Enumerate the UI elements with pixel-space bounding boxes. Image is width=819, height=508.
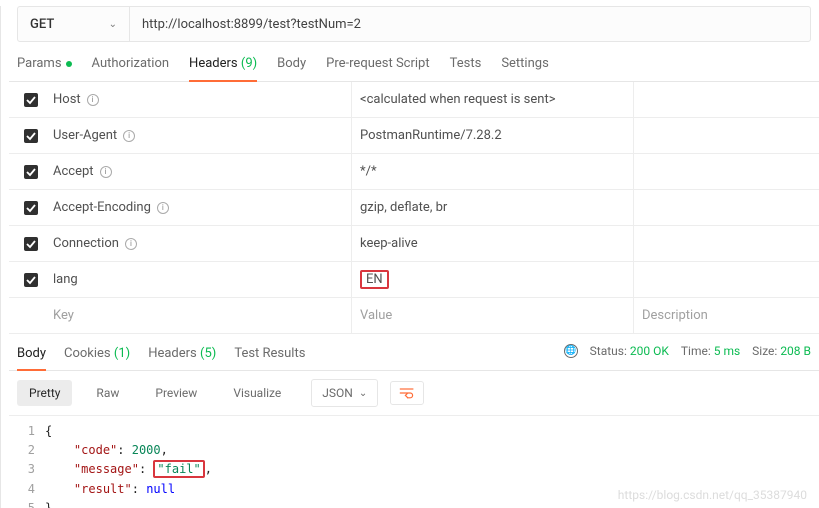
response-body-code[interactable]: 1{ 2 "code": 2000, 3 "message": "fail", …	[9, 416, 819, 508]
chevron-down-icon: ⌄	[109, 19, 117, 30]
gutter: 1	[9, 422, 45, 441]
header-value-cell[interactable]: EN	[351, 262, 633, 297]
header-value-cell[interactable]: <calculated when request is sent>	[351, 82, 633, 117]
params-indicator-dot	[66, 61, 72, 67]
header-key-cell[interactable]: User-Agent i	[53, 128, 351, 143]
tab-body[interactable]: Body	[277, 56, 306, 81]
resp-tab-headers[interactable]: Headers (5)	[148, 346, 216, 370]
http-method-label: GET	[30, 17, 54, 32]
size-label: Size: 208 B	[752, 344, 811, 358]
url-input[interactable]: http://localhost:8899/test?testNum=2	[130, 17, 810, 32]
view-preview[interactable]: Preview	[143, 380, 209, 406]
checkbox[interactable]	[24, 129, 38, 143]
status-label: Status: 200 OK	[590, 344, 669, 358]
header-value-cell[interactable]: keep-alive	[351, 226, 633, 261]
header-value-cell[interactable]: */*	[351, 154, 633, 189]
header-key-input[interactable]: Key	[53, 308, 351, 323]
gutter: 3	[9, 460, 45, 479]
view-visualize[interactable]: Visualize	[221, 380, 293, 406]
info-icon[interactable]: i	[125, 238, 137, 250]
header-desc-cell[interactable]	[633, 154, 819, 189]
header-row: Accept-Encoding i gzip, deflate, br	[9, 190, 819, 226]
info-icon[interactable]: i	[123, 130, 135, 142]
header-key-cell[interactable]: Host i	[53, 92, 351, 107]
header-row: Accept i */*	[9, 154, 819, 190]
highlighted-value: EN	[360, 270, 389, 290]
gutter: 4	[9, 480, 45, 499]
wrap-icon	[399, 387, 415, 399]
resp-tab-body[interactable]: Body	[17, 346, 46, 370]
tab-headers[interactable]: Headers (9)	[189, 56, 257, 81]
header-value-input[interactable]: Value	[351, 298, 633, 333]
info-icon[interactable]: i	[87, 94, 99, 106]
resp-tab-testresults[interactable]: Test Results	[234, 346, 305, 370]
chevron-down-icon: ⌄	[359, 388, 367, 399]
header-row: Host i <calculated when request is sent>	[9, 82, 819, 118]
checkbox[interactable]	[24, 165, 38, 179]
info-icon[interactable]: i	[157, 202, 169, 214]
checkbox[interactable]	[24, 237, 38, 251]
headers-table: Host i <calculated when request is sent>…	[9, 82, 819, 334]
header-desc-cell[interactable]	[633, 118, 819, 153]
tab-prerequest[interactable]: Pre-request Script	[326, 56, 429, 81]
header-row: Connection i keep-alive	[9, 226, 819, 262]
checkbox[interactable]	[24, 201, 38, 215]
checkbox[interactable]	[24, 93, 38, 107]
header-desc-cell[interactable]	[633, 190, 819, 225]
checkbox[interactable]	[24, 273, 38, 287]
header-row: lang EN	[9, 262, 819, 298]
gutter: 2	[9, 441, 45, 460]
header-key-cell[interactable]: lang	[53, 272, 351, 287]
header-key-cell[interactable]: Accept-Encoding i	[53, 200, 351, 215]
header-desc-cell[interactable]	[633, 226, 819, 261]
header-key-cell[interactable]: Connection i	[53, 236, 351, 251]
format-select[interactable]: JSON ⌄	[311, 379, 378, 407]
info-icon[interactable]: i	[100, 166, 112, 178]
gutter: 5	[9, 499, 45, 508]
time-label: Time: 5 ms	[681, 344, 740, 358]
tab-params[interactable]: Params	[17, 56, 72, 81]
highlighted-message: "fail"	[153, 460, 204, 478]
view-raw[interactable]: Raw	[84, 380, 131, 406]
tab-tests[interactable]: Tests	[450, 56, 482, 81]
request-tabs: Params Authorization Headers (9) Body Pr…	[9, 42, 819, 82]
body-toolbar: Pretty Raw Preview Visualize JSON ⌄	[9, 371, 819, 416]
globe-icon[interactable]: 🌐	[564, 344, 578, 358]
http-method-select[interactable]: GET ⌄	[18, 7, 130, 41]
view-pretty[interactable]: Pretty	[17, 380, 72, 406]
tab-authorization[interactable]: Authorization	[92, 56, 170, 81]
header-row: User-Agent i PostmanRuntime/7.28.2	[9, 118, 819, 154]
header-desc-cell[interactable]	[633, 82, 819, 117]
header-row-new: Key Value Description	[9, 298, 819, 334]
header-desc-cell[interactable]	[633, 262, 819, 297]
header-value-cell[interactable]: gzip, deflate, br	[351, 190, 633, 225]
header-value-cell[interactable]: PostmanRuntime/7.28.2	[351, 118, 633, 153]
wrap-lines-button[interactable]	[390, 381, 424, 405]
request-url-bar: GET ⌄ http://localhost:8899/test?testNum…	[17, 6, 811, 42]
tab-settings[interactable]: Settings	[501, 56, 548, 81]
header-key-cell[interactable]: Accept i	[53, 164, 351, 179]
header-desc-input[interactable]: Description	[633, 298, 819, 333]
resp-tab-cookies[interactable]: Cookies (1)	[64, 346, 130, 370]
response-tabs: Body Cookies (1) Headers (5) Test Result…	[9, 334, 819, 371]
response-meta: 🌐 Status: 200 OK Time: 5 ms Size: 208 B	[564, 344, 811, 358]
